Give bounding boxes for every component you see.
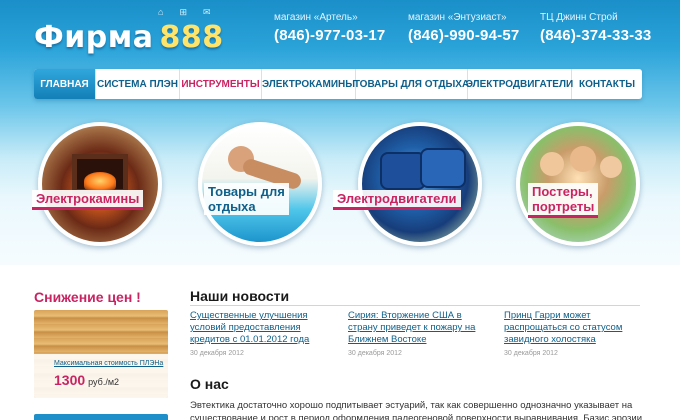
news-item: Сирия: Вторжение США в страну приведет к… [348, 310, 488, 357]
store-phone: (846)-374-33-33 [540, 27, 652, 44]
news-item: Существенные улучшения условий предостав… [190, 310, 330, 357]
promo-banner[interactable]: Максимальная стоимость ПЛЭНа 1300 руб./м2 [34, 310, 168, 398]
nav-item-leisure[interactable]: ТОВАРЫ ДЛЯ ОТДЫХА [354, 69, 469, 99]
promo-price-unit: руб./м2 [88, 377, 120, 387]
site-header: Фирма 888 ⌂ ⊞ ✉ магазин «Артель» (846)-97… [0, 0, 680, 265]
news-headline-link[interactable]: Принц Гарри может распрощаться со статус… [504, 310, 644, 346]
promo-price-value: 1300 [54, 372, 86, 388]
news-headline-link[interactable]: Существенные улучшения условий предостав… [190, 310, 330, 346]
nav-item-fireplaces[interactable]: ЭЛЕКТРОКАМИНЫ [262, 69, 356, 99]
category-motors-image[interactable] [358, 122, 482, 246]
about-text: Эвтектика достаточно хорошо подпитывает … [190, 400, 643, 420]
logo-text: Фирма [34, 20, 154, 55]
store-name: ТЦ Джинн Строй [540, 12, 618, 23]
promo-label[interactable]: Максимальная стоимость ПЛЭНа [54, 360, 163, 367]
news-date: 30 декабря 2012 [190, 350, 244, 357]
nav-item-motors[interactable]: ЭЛЕКТРОДВИГАТЕЛИ [466, 69, 573, 99]
news-divider [190, 305, 640, 306]
news-headline-link[interactable]: Сирия: Вторжение США в страну приведет к… [348, 310, 488, 346]
category-motors-label[interactable]: Электродвигатели [333, 190, 461, 210]
store-contact-artel: магазин «Артель» (846)-977-03-17 [274, 12, 385, 44]
store-name: магазин «Артель» [274, 12, 358, 23]
category-leisure-label[interactable]: Товары для отдыха [204, 183, 289, 215]
second-promo-banner[interactable] [34, 414, 168, 420]
nav-item-plen[interactable]: СИСТЕМА ПЛЭН [96, 69, 180, 99]
store-contact-dzhinn: ТЦ Джинн Строй (846)-374-33-33 [540, 12, 651, 44]
top-icon-bar: ⌂ ⊞ ✉ [158, 7, 211, 17]
about-section-title: О нас [190, 376, 229, 392]
store-name: магазин «Энтузиаст» [408, 12, 507, 23]
category-fireplaces-image[interactable] [38, 122, 162, 246]
nav-item-contacts[interactable]: КОНТАКТЫ [572, 69, 642, 99]
mail-icon[interactable]: ✉ [203, 7, 211, 17]
news-item: Принц Гарри может распрощаться со статус… [504, 310, 644, 357]
promo-price: 1300 руб./м2 [54, 372, 119, 388]
site-logo[interactable]: Фирма 888 [34, 20, 224, 55]
store-contact-entuziast: магазин «Энтузиаст» (846)-990-94-57 [408, 12, 519, 44]
home-icon[interactable]: ⌂ [158, 7, 163, 17]
news-section-title: Наши новости [190, 288, 290, 304]
category-fireplaces-label[interactable]: Электрокамины [32, 190, 144, 210]
store-phone: (846)-990-94-57 [408, 27, 520, 44]
nav-item-tools[interactable]: ИНСТРУМЕНТЫ [180, 69, 262, 99]
main-nav: ГЛАВНАЯ СИСТЕМА ПЛЭН ИНСТРУМЕНТЫ ЭЛЕКТРО… [34, 69, 642, 99]
logo-number: 888 [159, 20, 224, 55]
news-date: 30 декабря 2012 [504, 350, 558, 357]
sitemap-icon[interactable]: ⊞ [179, 7, 187, 17]
category-posters-label[interactable]: Постеры, портреты [528, 183, 599, 218]
store-phone: (846)-977-03-17 [274, 27, 386, 44]
promo-title: Снижение цен ! [34, 289, 141, 305]
nav-item-home[interactable]: ГЛАВНАЯ [34, 69, 96, 99]
news-date: 30 декабря 2012 [348, 350, 402, 357]
